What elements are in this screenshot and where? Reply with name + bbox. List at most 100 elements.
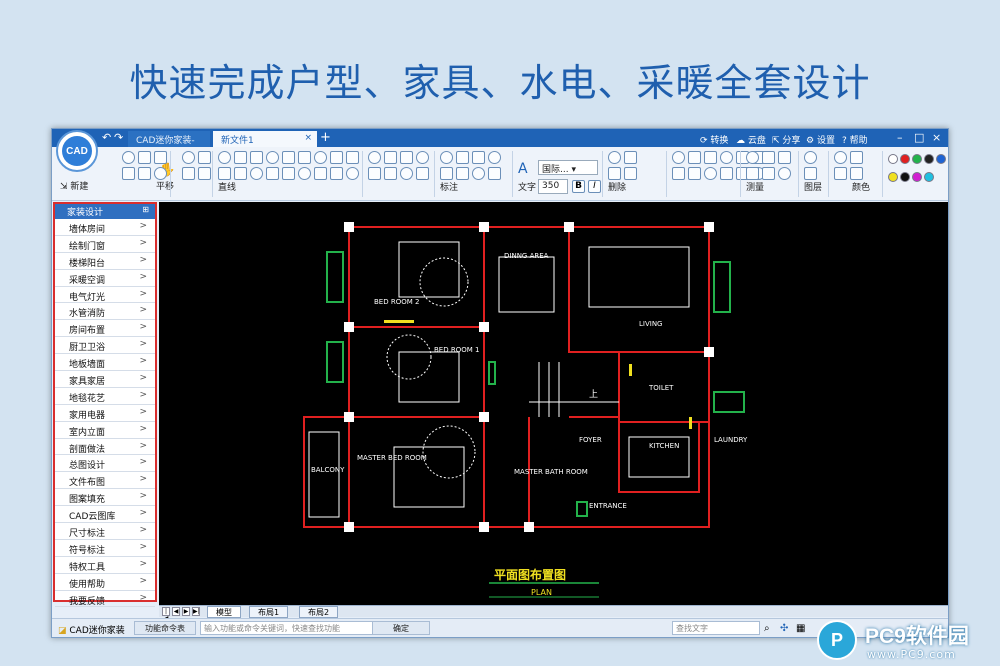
toolbar-tool-icon[interactable] <box>672 151 685 164</box>
prev-layout-icon[interactable]: ◀ <box>172 607 180 616</box>
toolbar-tool-icon[interactable] <box>314 167 327 180</box>
snap-icon[interactable]: ✣ <box>780 623 788 634</box>
toolbar-tool-icon[interactable] <box>282 167 295 180</box>
sidebar-item[interactable]: 文件布图 > <box>55 472 155 490</box>
toolbar-tool-icon[interactable] <box>746 151 759 164</box>
toolbar-tool-icon[interactable] <box>440 151 453 164</box>
sidebar-item[interactable]: 家具家居 > <box>55 371 155 388</box>
toolbar-tool-icon[interactable] <box>266 167 279 180</box>
minimize-icon[interactable]: – <box>897 131 903 144</box>
sidebar-item[interactable]: 符号标注 > <box>55 540 155 557</box>
toolbar-tool-icon[interactable] <box>456 151 469 164</box>
sidebar-item[interactable]: 电气灯光 > <box>55 287 155 304</box>
toolbar-tool-icon[interactable] <box>762 151 775 164</box>
toolbar-tool-icon[interactable] <box>122 151 135 164</box>
toolbar-tool-icon[interactable] <box>472 167 485 180</box>
toolbar-tool-icon[interactable] <box>416 167 429 180</box>
toolbar-tool-icon[interactable] <box>440 167 453 180</box>
toolbar-tool-icon[interactable] <box>804 151 817 164</box>
tab-model[interactable]: 模型 <box>207 606 241 618</box>
toolbar-tool-icon[interactable] <box>234 151 247 164</box>
share-menu[interactable]: ⇱ 分享 <box>772 133 800 146</box>
toolbar-tool-icon[interactable] <box>488 167 501 180</box>
close-tab-icon[interactable]: × <box>304 133 312 143</box>
toolbar-tool-icon[interactable] <box>804 167 817 180</box>
toolbar-tool-icon[interactable] <box>688 167 701 180</box>
toolbar-tool-icon[interactable] <box>250 151 263 164</box>
toolbar-tool-icon[interactable] <box>384 151 397 164</box>
layer-label[interactable]: 图层 <box>804 180 822 193</box>
text-label[interactable]: 文字 <box>518 180 536 193</box>
cloud-menu[interactable]: ☁ 云盘 <box>736 133 766 146</box>
toolbar-tool-icon[interactable] <box>138 167 151 180</box>
toolbar-tool-icon[interactable] <box>250 167 263 180</box>
confirm-button[interactable]: 确定 <box>372 621 430 635</box>
toolbar-tool-icon[interactable] <box>266 151 279 164</box>
text-icon[interactable]: A <box>518 161 528 177</box>
toolbar-tool-icon[interactable] <box>778 151 791 164</box>
tab-layout-1[interactable]: 布局1 <box>249 606 289 618</box>
next-layout-icon[interactable]: ▶ <box>182 607 190 616</box>
toolbar-tool-icon[interactable] <box>218 167 231 180</box>
toolbar-tool-icon[interactable] <box>346 167 359 180</box>
last-layout-icon[interactable]: ▶| <box>192 607 200 616</box>
sidebar-header[interactable]: 家装设计 ⊞ <box>55 204 155 219</box>
sidebar-item[interactable]: 特权工具 > <box>55 557 155 574</box>
toolbar-tool-icon[interactable] <box>762 167 775 180</box>
settings-menu[interactable]: ⚙ 设置 <box>806 133 835 146</box>
color-swatch[interactable] <box>924 172 934 182</box>
convert-menu[interactable]: ⟳ 转换 <box>700 133 728 146</box>
tab-new-file[interactable]: 新文件1 × <box>213 131 317 147</box>
sidebar-item[interactable]: 地毯花艺 > <box>55 388 155 405</box>
toolbar-tool-icon[interactable] <box>368 151 381 164</box>
toolbar-tool-icon[interactable] <box>330 167 343 180</box>
toolbar-tool-icon[interactable] <box>218 151 231 164</box>
color-swatch[interactable] <box>912 172 922 182</box>
toolbar-tool-icon[interactable] <box>720 151 733 164</box>
toolbar-tool-icon[interactable] <box>346 151 359 164</box>
toolbar-tool-icon[interactable] <box>298 151 311 164</box>
toolbar-tool-icon[interactable] <box>330 151 343 164</box>
sidebar-item[interactable]: 水管消防 > <box>55 303 155 321</box>
toolbar-tool-icon[interactable] <box>624 167 637 180</box>
toolbar-tool-icon[interactable] <box>672 167 685 180</box>
color-swatch[interactable] <box>888 172 898 182</box>
toolbar-tool-icon[interactable] <box>416 151 429 164</box>
sidebar-item[interactable]: 采暖空调 > <box>55 270 155 287</box>
sidebar-item[interactable]: 厨卫卫浴 > <box>55 337 155 355</box>
grid-icon[interactable]: ▦ <box>796 623 805 634</box>
help-menu[interactable]: ? 帮助 <box>842 133 868 146</box>
sidebar-item[interactable]: 楼梯阳台 > <box>55 253 155 270</box>
sidebar-item[interactable]: CAD云图库 > <box>55 506 155 524</box>
toolbar-tool-icon[interactable] <box>488 151 501 164</box>
new-button[interactable]: ⇲ 新建 <box>60 179 88 192</box>
toolbar-tool-icon[interactable] <box>400 151 413 164</box>
redo-icon[interactable]: ↷ <box>114 131 123 144</box>
color-swatch[interactable] <box>924 154 934 164</box>
toolbar-tool-icon[interactable] <box>198 151 211 164</box>
toolbar-tool-icon[interactable] <box>314 151 327 164</box>
toolbar-tool-icon[interactable] <box>122 167 135 180</box>
sidebar-item[interactable]: 室内立面 > <box>55 422 155 439</box>
toolbar-tool-icon[interactable] <box>472 151 485 164</box>
add-tab-icon[interactable]: + <box>320 130 331 145</box>
toolbar-tool-icon[interactable] <box>182 151 195 164</box>
toolbar-tool-icon[interactable] <box>850 167 863 180</box>
toolbar-tool-icon[interactable] <box>154 151 167 164</box>
toolbar-tool-icon[interactable] <box>704 151 717 164</box>
toolbar-tool-icon[interactable] <box>720 167 733 180</box>
bold-button[interactable]: B <box>572 180 585 193</box>
sidebar-item[interactable]: 我要反馈 > <box>55 591 155 608</box>
close-icon[interactable]: × <box>932 131 941 144</box>
toolbar-tool-icon[interactable] <box>624 151 637 164</box>
drawing-canvas[interactable]: DINNG AREA BED ROOM 2 LIVING BED ROOM 1 … <box>159 202 948 605</box>
sidebar-item[interactable]: 总图设计 > <box>55 455 155 473</box>
toolbar-tool-icon[interactable] <box>608 167 621 180</box>
toolbar-tool-icon[interactable] <box>688 151 701 164</box>
font-select[interactable]: 国际... ▾ <box>538 160 598 175</box>
sidebar-item[interactable]: 使用帮助 > <box>55 574 155 591</box>
sidebar-item[interactable]: 家用电器 > <box>55 405 155 422</box>
toolbar-tool-icon[interactable] <box>298 167 311 180</box>
toolbar-tool-icon[interactable] <box>182 167 195 180</box>
toolbar-tool-icon[interactable] <box>368 167 381 180</box>
